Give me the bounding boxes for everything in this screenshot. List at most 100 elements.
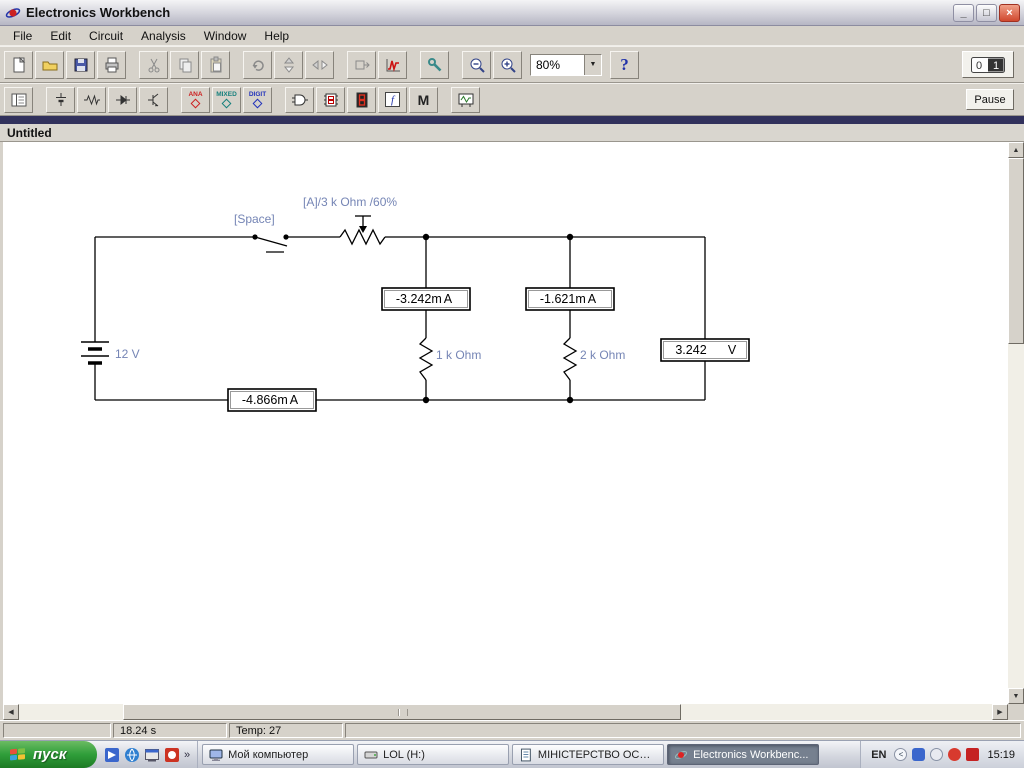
new-file-icon xyxy=(13,56,25,72)
transistors-bin-button[interactable] xyxy=(139,86,168,113)
scroll-right-button[interactable]: ▶ xyxy=(992,704,1008,720)
diodes-bin-button[interactable] xyxy=(108,86,137,113)
ammeter-main[interactable]: -4.866m A xyxy=(227,388,317,412)
ammeter-branch2[interactable]: -1.621m A xyxy=(525,287,615,311)
graphs-button[interactable] xyxy=(378,50,407,79)
tray-collapse-button[interactable]: < xyxy=(894,748,908,761)
resistor1-symbol[interactable] xyxy=(418,337,434,381)
rotate-icon xyxy=(252,59,264,71)
print-button[interactable] xyxy=(97,50,126,79)
zoom-in-icon xyxy=(501,58,516,73)
paste-button[interactable] xyxy=(201,50,230,79)
vertical-scroll-thumb[interactable] xyxy=(1008,158,1024,344)
flip-vertical-button[interactable] xyxy=(274,50,303,79)
menu-file[interactable]: File xyxy=(4,27,41,45)
flip-horizontal-button[interactable] xyxy=(305,50,334,79)
scroll-up-button[interactable]: ▲ xyxy=(1008,142,1024,158)
open-button[interactable] xyxy=(35,50,64,79)
circuit-drawing[interactable]: 12 V [Space] [A]/3 k Ohm /60% -3.242m A … xyxy=(3,142,1003,687)
new-button[interactable] xyxy=(4,50,33,79)
scroll-left-button[interactable]: ◀ xyxy=(3,704,19,720)
properties-button[interactable] xyxy=(420,50,449,79)
document-title-bar[interactable]: Untitled xyxy=(0,124,1024,142)
circuit-workspace[interactable]: 12 V [Space] [A]/3 k Ohm /60% -3.242m A … xyxy=(0,142,1024,720)
paste-icon xyxy=(210,56,221,72)
controls-bin-button[interactable]: f xyxy=(378,86,407,113)
wires[interactable] xyxy=(94,236,706,401)
digital-bin-button[interactable] xyxy=(316,86,345,113)
digital-ic-bin-button[interactable]: DIGIT xyxy=(243,86,272,113)
zoom-select[interactable]: 80% ▼ xyxy=(530,53,602,76)
resistor2-symbol[interactable] xyxy=(562,337,578,381)
copy-button[interactable] xyxy=(170,50,199,79)
print-icon xyxy=(105,57,118,72)
taskbar-item-my-computer[interactable]: Мой компьютер xyxy=(202,744,355,765)
resistor2-label: 2 k Ohm xyxy=(580,348,625,362)
menu-window[interactable]: Window xyxy=(195,27,256,45)
menu-edit[interactable]: Edit xyxy=(41,27,80,45)
potentiometer-symbol[interactable] xyxy=(339,215,386,246)
mixed-ic-bin-button[interactable]: MIXED xyxy=(212,86,241,113)
quick-launch-overflow-button[interactable]: » xyxy=(184,749,190,761)
scroll-down-button[interactable]: ▼ xyxy=(1008,688,1024,704)
app-icon xyxy=(5,7,21,18)
indicators-bin-button[interactable] xyxy=(347,86,376,113)
subcircuit-button[interactable] xyxy=(347,50,376,79)
sources-bin-button[interactable] xyxy=(46,86,75,113)
battery-label: 12 V xyxy=(115,347,140,361)
favorites-bin-button[interactable] xyxy=(4,86,33,113)
desktop: Electronics Workbench _ □ × File Edit Ci… xyxy=(0,0,1024,768)
power-switch-button[interactable]: 0 1 xyxy=(962,51,1014,78)
instruments-bin-button[interactable] xyxy=(451,86,480,113)
menu-analysis[interactable]: Analysis xyxy=(132,27,195,45)
switch-symbol[interactable] xyxy=(252,234,289,253)
open-folder-icon xyxy=(42,61,57,70)
zoom-out-button[interactable] xyxy=(462,50,491,79)
voltmeter[interactable]: 3.242 V xyxy=(660,338,750,362)
language-indicator[interactable]: EN xyxy=(868,748,889,762)
horizontal-scroll-thumb[interactable] xyxy=(123,704,681,720)
diode-icon xyxy=(115,94,130,105)
maximize-button[interactable]: □ xyxy=(976,3,997,22)
help-button[interactable]: ? xyxy=(610,50,639,79)
parts-toolbar: ANA MIXED DIGIT f M Pause xyxy=(0,83,1024,116)
zoom-in-button[interactable] xyxy=(493,50,522,79)
favorites-bin-icon xyxy=(11,93,26,106)
rotate-button[interactable] xyxy=(243,50,272,79)
close-button[interactable]: × xyxy=(999,3,1020,22)
battery-symbol[interactable] xyxy=(81,341,109,365)
ammeter-branch1[interactable]: -3.242m A xyxy=(381,287,471,311)
dropdown-arrow-icon[interactable]: ▼ xyxy=(584,54,601,75)
tray-icon-2[interactable] xyxy=(930,748,944,761)
tray-icon-4[interactable] xyxy=(966,748,980,761)
quick-launch-icon-3[interactable] xyxy=(144,747,160,763)
quick-launch-icon-4[interactable] xyxy=(164,747,180,763)
tray-icon-3[interactable] xyxy=(948,748,962,761)
logic-gates-bin-button[interactable] xyxy=(285,86,314,113)
quick-launch-icon-1[interactable] xyxy=(104,747,120,763)
horizontal-scrollbar[interactable]: ◀ ▶ xyxy=(3,704,1008,720)
svg-text:-3.242mA: -3.242m A xyxy=(396,292,453,306)
menu-circuit[interactable]: Circuit xyxy=(80,27,132,45)
save-button[interactable] xyxy=(66,50,95,79)
start-button[interactable]: пуск xyxy=(0,741,97,768)
taskbar-item-electronics-workbench[interactable]: Electronics Workbenc... xyxy=(667,744,820,765)
basic-bin-button[interactable] xyxy=(77,86,106,113)
misc-bin-button[interactable]: M xyxy=(409,86,438,113)
minimize-button[interactable]: _ xyxy=(953,3,974,22)
pause-button[interactable]: Pause xyxy=(966,89,1014,110)
svg-text:-1.621mA: -1.621m A xyxy=(540,292,597,306)
tray-icon-1[interactable] xyxy=(912,748,926,761)
taskbar-item-document[interactable]: МІНІСТЕРСТВО ОСВІ... xyxy=(512,744,665,765)
switch-label: [Space] xyxy=(234,212,275,226)
menu-help[interactable]: Help xyxy=(255,27,298,45)
quick-launch-icon-2[interactable] xyxy=(124,747,140,763)
start-label: пуск xyxy=(33,746,67,763)
analog-ic-bin-button[interactable]: ANA xyxy=(181,86,210,113)
cut-button[interactable] xyxy=(139,50,168,79)
vertical-scrollbar[interactable]: ▲ ▼ xyxy=(1008,142,1024,704)
taskbar-item-drive[interactable]: LOL (H:) xyxy=(357,744,510,765)
oscilloscope-icon xyxy=(458,93,473,107)
document-icon xyxy=(521,748,531,761)
status-panel-main xyxy=(345,723,1021,738)
